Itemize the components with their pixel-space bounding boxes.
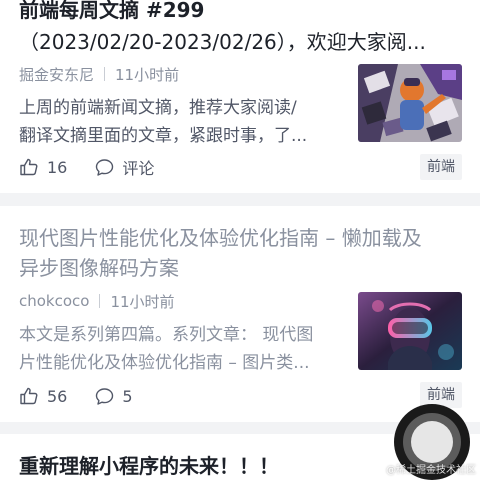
thumbs-up-icon — [20, 158, 38, 176]
assistive-touch-core — [411, 421, 453, 463]
article-title-continued[interactable]: 异步图像解码方案 — [19, 253, 464, 283]
comment-label: 评论 — [122, 159, 155, 178]
watermark: @稀土掘金技术社区 — [386, 465, 476, 476]
article-title[interactable]: 前端每周文摘 #299 — [19, 0, 464, 25]
comment-icon — [96, 387, 114, 405]
comment-button[interactable]: 5 — [95, 386, 133, 406]
abstract-line: 翻译文摘里面的文章，紧跟时事，了... — [19, 126, 308, 146]
abstract-line: 上周的前端新闻文摘，推荐大家阅读/ — [19, 98, 297, 118]
meta-divider — [99, 294, 101, 308]
article-stats: 16 评论 — [19, 156, 182, 178]
like-count: 16 — [47, 157, 68, 177]
like-button[interactable]: 16 — [19, 157, 67, 177]
article-thumbnail[interactable] — [358, 292, 462, 370]
meta-divider — [104, 67, 106, 81]
abstract-line: 片性能优化及体验优化指南 – 图片类... — [19, 353, 310, 373]
like-count: 56 — [47, 386, 68, 406]
article-card[interactable]: 现代图片性能优化及体验优化指南 – 懒加载及 异步图像解码方案 chokcoco… — [0, 206, 480, 422]
comment-icon — [96, 158, 114, 176]
article-thumbnail[interactable] — [358, 64, 462, 142]
article-card[interactable]: 前端每周文摘 #299 （2023/02/20-2023/02/26），欢迎大家… — [0, 0, 480, 193]
card-separator — [0, 193, 480, 206]
article-title-continued[interactable]: （2023/02/20-2023/02/26），欢迎大家阅... — [19, 27, 464, 57]
article-title[interactable]: 现代图片性能优化及体验优化指南 – 懒加载及 — [19, 223, 464, 253]
publish-time: 11小时前 — [110, 292, 175, 311]
abstract-line: 本文是系列第四篇。系列文章： 现代图 — [19, 325, 314, 345]
publish-time: 11小时前 — [115, 65, 180, 84]
article-meta: chokcoco 11小时前 — [19, 291, 175, 311]
like-button[interactable]: 56 — [19, 386, 67, 406]
article-abstract[interactable]: 上周的前端新闻文摘，推荐大家阅读/ 翻译文摘里面的文章，紧跟时事，了... — [19, 94, 344, 150]
thumbnail-vr-portrait — [358, 292, 462, 370]
article-meta: 掘金安东尼 11小时前 — [19, 64, 179, 84]
article-abstract[interactable]: 本文是系列第四篇。系列文章： 现代图 片性能优化及体验优化指南 – 图片类... — [19, 321, 344, 377]
category-tag[interactable]: 前端 — [420, 154, 462, 180]
thumbnail-illustration — [358, 64, 462, 142]
comment-count: 5 — [122, 386, 133, 406]
author-name[interactable]: chokcoco — [19, 292, 89, 310]
thumbs-up-icon — [20, 387, 38, 405]
comment-button[interactable]: 评论 — [95, 155, 154, 179]
article-stats: 56 5 — [19, 385, 161, 407]
author-name[interactable]: 掘金安东尼 — [19, 64, 94, 85]
